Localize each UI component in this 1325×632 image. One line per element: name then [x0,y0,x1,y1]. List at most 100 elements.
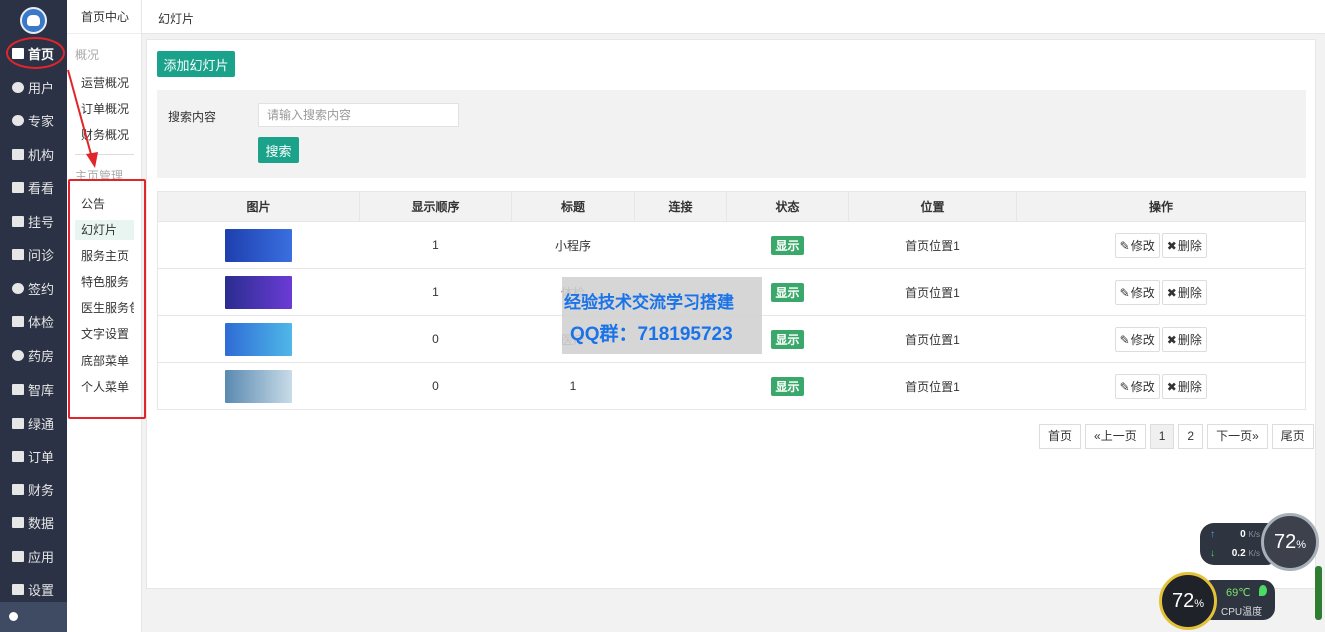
order-cell: 1 [359,221,512,269]
cpu-temp-value: 69℃ [1226,587,1251,599]
page-link[interactable]: 1 [1149,424,1175,449]
nav-item-10[interactable]: 智库 [0,376,67,402]
order-cell: 0 [359,362,512,410]
inbox-icon [12,315,24,327]
search-input[interactable] [258,103,459,127]
page-link[interactable]: 2 [1178,424,1204,449]
delete-button[interactable]: ✖删除 [1161,326,1207,352]
page-link[interactable]: 尾页 [1271,424,1314,449]
column-header: 显示顺序 [359,191,512,222]
download-arrow-icon: ↓ [1210,548,1215,559]
leaf-icon [1259,585,1267,596]
search-button[interactable]: 搜索 [258,137,299,163]
watermark-line2: QQ群：718195723 [570,324,733,345]
status-badge: 显示 [771,235,804,255]
nav-item-8[interactable]: 体检 [0,308,67,334]
edit-button[interactable]: ✎修改 [1114,326,1160,352]
edit-button[interactable]: ✎修改 [1114,279,1160,305]
nav-item-9[interactable]: 药房 [0,342,67,368]
column-header: 图片 [157,191,360,222]
clock-icon [12,282,24,294]
upload-speed: 0 [1240,529,1246,540]
actions-cell: ✎修改 ✖删除 [1016,362,1306,410]
nav-item-4[interactable]: 看看 [0,174,67,200]
nav-item-label: 看看 [28,180,55,196]
delete-button[interactable]: ✖删除 [1161,232,1207,258]
pagination: 首页 «上一页 1 2 下一页» 尾页 [1035,424,1314,449]
download-unit: K/s [1248,549,1260,558]
memory-gauge[interactable]: 72% [1261,513,1319,571]
nav-item-3[interactable]: 机构 [0,141,67,167]
page-link[interactable]: 首页 [1039,424,1082,449]
memory-percent-sign: % [1296,539,1307,551]
table-header-row: 图片 显示顺序 标题 连接 状态 位置 操作 [157,191,1306,222]
edit-label: 修改 [1130,332,1155,347]
link-cell [634,362,727,410]
order-cell: 1 [359,268,512,316]
title-cell: 1 [511,362,635,410]
table-row: 0 1 显示 首页位置1 ✎修改 ✖删除 [157,362,1306,410]
list-icon [12,450,24,462]
nav-item-16[interactable]: 设置 [0,576,67,602]
status-cell: 显示 [726,362,849,410]
slide-thumbnail[interactable] [225,228,293,262]
position-cell: 首页位置1 [848,268,1017,316]
theme-toggle-button[interactable] [0,602,67,632]
watermark-overlay: 经验技术交流学习搭建 QQ群：718195723 [562,277,762,354]
heart-icon [12,114,24,126]
annotation-box [68,179,146,419]
lock-icon [12,383,24,395]
edit-button[interactable]: ✎修改 [1114,373,1160,399]
nav-item-11[interactable]: 绿通 [0,410,67,436]
slide-thumbnail[interactable] [225,275,293,309]
position-cell: 首页位置1 [848,362,1017,410]
cpu-gauge[interactable]: 72% [1159,572,1217,630]
nav-item-15[interactable]: 应用 [0,543,67,569]
nav-item-1[interactable]: 用户 [0,74,67,100]
nav-item-14[interactable]: 数据 [0,509,67,535]
nav-item-label: 药房 [28,348,55,364]
column-header: 连接 [634,191,727,222]
edit-button[interactable]: ✎修改 [1114,232,1160,258]
status-badge: 显示 [771,329,804,349]
sub-menu-header[interactable]: 首页中心 [67,0,141,34]
edit-icon: ✎ [1119,332,1130,347]
title-cell: 小程序 [511,221,635,269]
page-link[interactable]: 下一页» [1207,424,1268,449]
slide-thumbnail[interactable] [225,322,293,356]
position-cell: 首页位置1 [848,315,1017,363]
grid-icon [12,516,24,528]
nav-item-13[interactable]: 财务 [0,476,67,502]
nav-item-2[interactable]: 专家 [0,107,67,133]
table-row: 1 小程序 显示 首页位置1 ✎修改 ✖删除 [157,221,1306,269]
nav-item-label: 签约 [28,281,55,297]
upload-unit: K/s [1248,530,1260,539]
nav-item-12[interactable]: 订单 [0,443,67,469]
slide-thumbnail[interactable] [225,369,293,403]
delete-button[interactable]: ✖删除 [1161,279,1207,305]
nav-item-6[interactable]: 问诊 [0,241,67,267]
delete-label: 删除 [1177,379,1202,394]
nav-item-label: 专家 [28,113,55,129]
signal-icon [12,215,24,227]
status-badge: 显示 [771,282,804,302]
delete-label: 删除 [1177,238,1202,253]
gear-icon [12,583,24,595]
user-icon [12,81,24,93]
mail-icon [12,148,24,160]
add-slide-button[interactable]: 添加幻灯片 [157,51,235,77]
nav-item-label: 智库 [28,382,55,398]
nav-item-0[interactable]: 首页 [0,37,67,69]
download-speed: 0.2 [1231,548,1246,559]
scrollbar[interactable] [1315,566,1322,620]
nav-item-7[interactable]: 签约 [0,275,67,301]
close-icon: ✖ [1166,379,1177,394]
logo-icon[interactable] [20,7,47,34]
delete-button[interactable]: ✖删除 [1161,373,1207,399]
cpu-temp-label: CPU温度 [1221,607,1263,618]
edit-icon: ✎ [1119,238,1130,253]
half-moon-icon [9,612,18,621]
nav-item-5[interactable]: 挂号 [0,208,67,234]
page-title[interactable]: 幻灯片 [158,10,194,27]
page-link[interactable]: «上一页 [1085,424,1146,449]
